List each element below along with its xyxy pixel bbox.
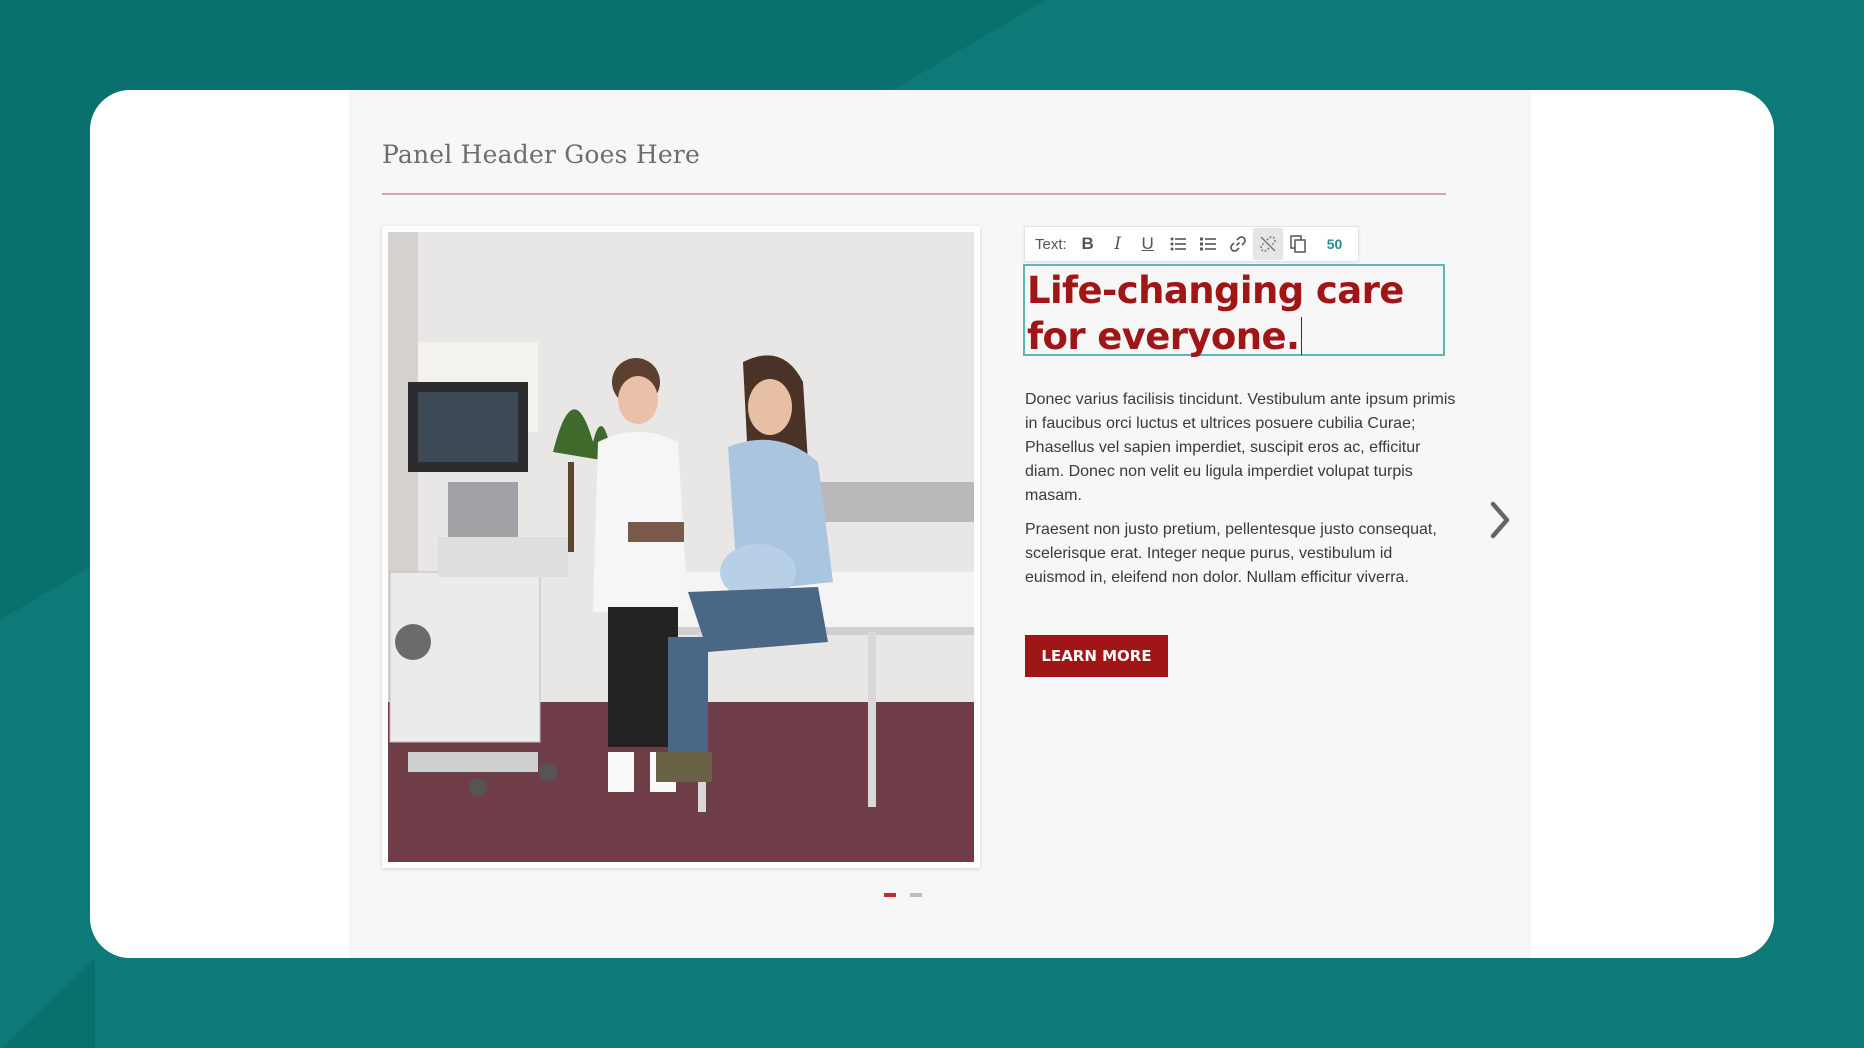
text-format-toolbar: Text: B I U 50 bbox=[1024, 226, 1360, 262]
clinic-photo bbox=[388, 232, 974, 862]
slide-image-frame[interactable] bbox=[382, 226, 980, 868]
link-icon bbox=[1229, 236, 1246, 252]
carousel-dot-1[interactable] bbox=[884, 893, 896, 897]
headline-editor[interactable]: Life-changing care for everyone. bbox=[1023, 264, 1445, 358]
slide-paragraph-2[interactable]: Praesent non justo pretium, pellentesque… bbox=[1025, 518, 1457, 590]
bullet-list-icon bbox=[1170, 237, 1186, 251]
underline-button[interactable]: U bbox=[1133, 228, 1163, 260]
next-slide-arrow-icon[interactable] bbox=[1479, 490, 1519, 550]
slide-paragraph-1[interactable]: Donec varius facilisis tincidunt. Vestib… bbox=[1025, 388, 1457, 508]
learn-more-button[interactable]: LEARN MORE bbox=[1025, 635, 1168, 677]
italic-button[interactable]: I bbox=[1103, 228, 1133, 260]
unlink-button[interactable] bbox=[1252, 228, 1283, 260]
panel-header: Panel Header Goes Here bbox=[382, 140, 700, 169]
carousel-indicators bbox=[884, 893, 922, 897]
character-count: 50 bbox=[1326, 236, 1343, 252]
unlink-icon bbox=[1259, 236, 1276, 252]
editor-card: Panel Header Goes Here Text: B I U 50 Li… bbox=[90, 90, 1774, 958]
copy-button[interactable] bbox=[1283, 228, 1313, 260]
slide-headline[interactable]: Life-changing care for everyone. bbox=[1027, 268, 1441, 360]
copy-icon bbox=[1289, 235, 1306, 253]
numbered-list-button[interactable] bbox=[1193, 228, 1223, 260]
numbered-list-icon bbox=[1199, 237, 1216, 251]
carousel-dot-2[interactable] bbox=[910, 893, 922, 897]
text-caret bbox=[1301, 317, 1303, 355]
bold-button[interactable]: B bbox=[1073, 228, 1103, 260]
bullet-list-button[interactable] bbox=[1163, 228, 1193, 260]
content-panel: Panel Header Goes Here Text: B I U 50 Li… bbox=[349, 90, 1531, 958]
toolbar-label: Text: bbox=[1035, 235, 1067, 253]
header-divider bbox=[382, 193, 1446, 195]
link-button[interactable] bbox=[1223, 228, 1253, 260]
